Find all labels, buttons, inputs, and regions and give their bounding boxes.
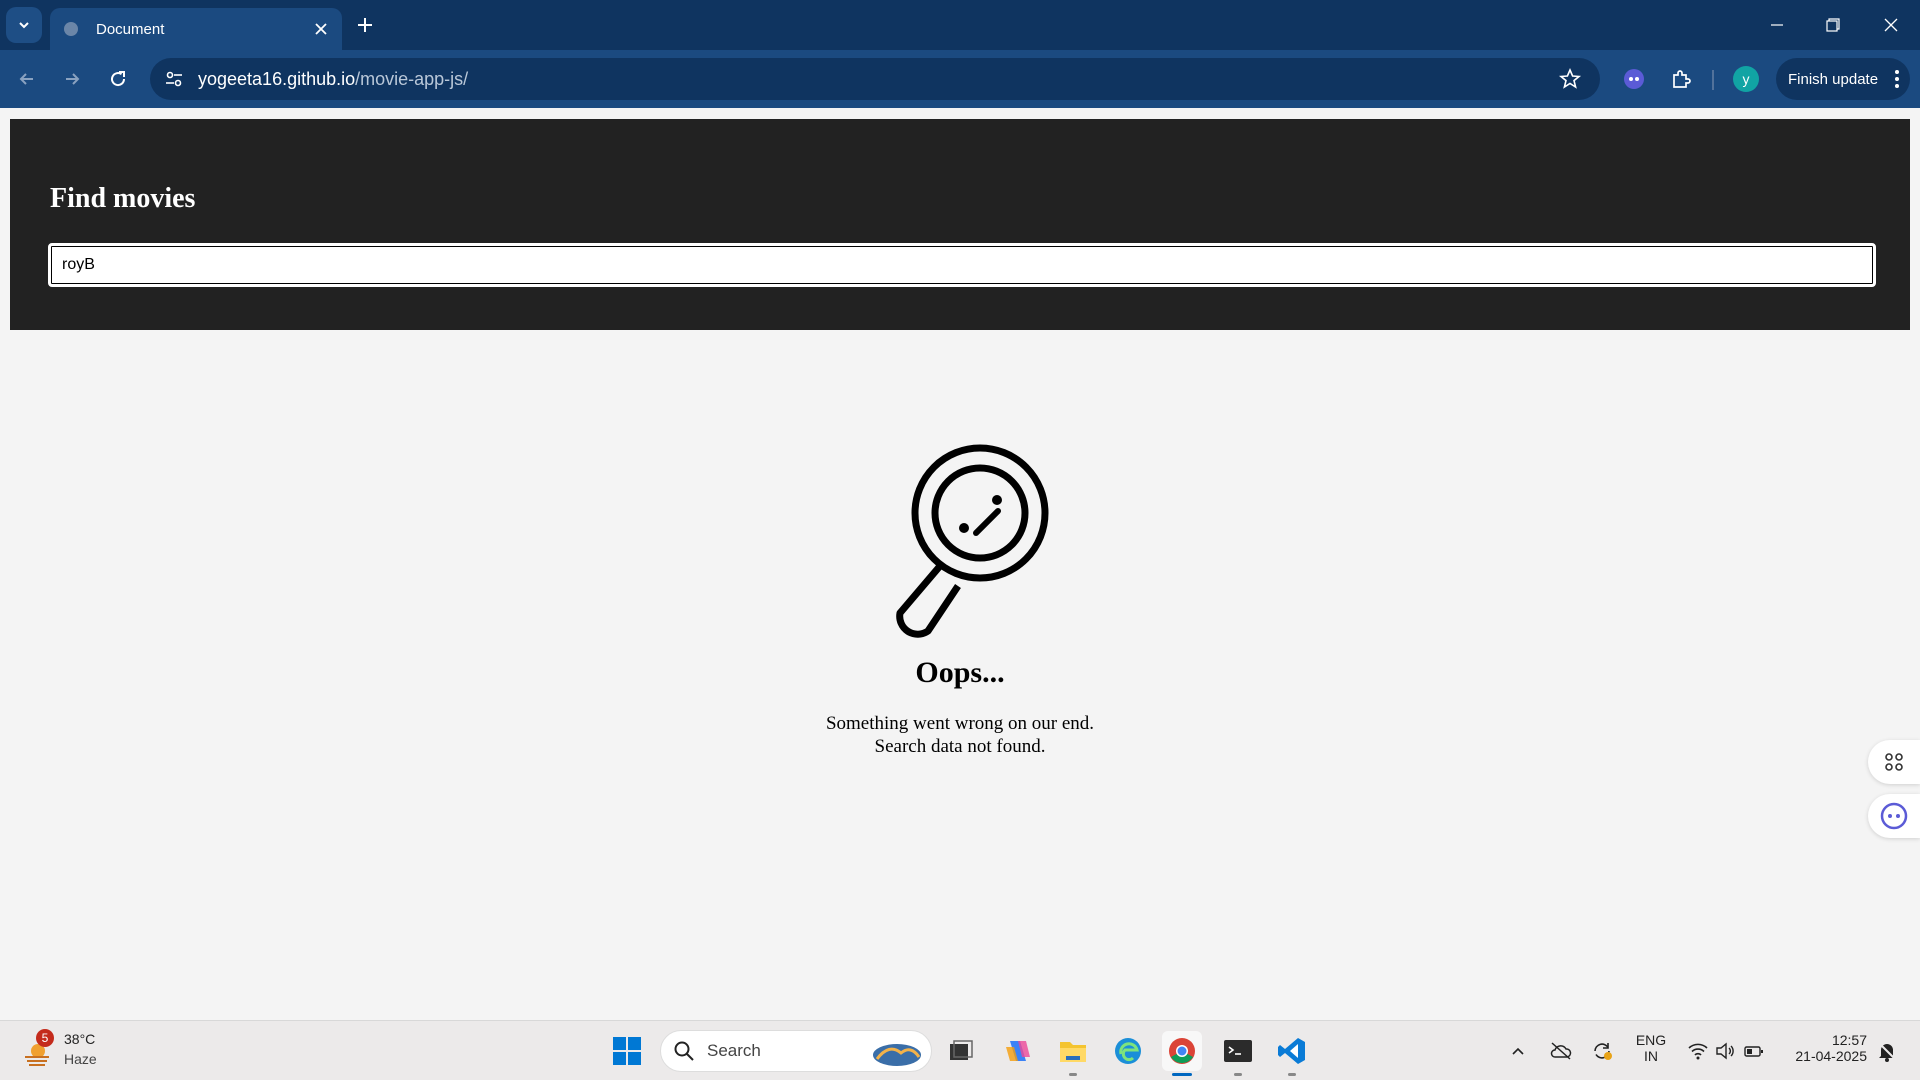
lang-region: IN [1644,1048,1658,1064]
copilot-icon [1006,1041,1030,1061]
browser-tab[interactable]: Document [50,8,342,50]
forward-button[interactable] [57,64,87,94]
side-grid-tool[interactable] [1868,740,1920,784]
edge-button[interactable] [1108,1031,1148,1071]
empty-message: Something went wrong on our end. Search … [0,712,1920,758]
active-indicator [1172,1073,1192,1076]
taskbar-search[interactable]: Search [660,1030,932,1072]
clock-date: 21-04-2025 [1795,1048,1867,1064]
empty-title: Oops... [915,656,1005,689]
quick-settings-button[interactable] [1681,1031,1771,1071]
minimize-icon [1771,24,1783,26]
url-text: yogeeta16.github.io/movie-app-js/ [198,69,468,90]
chrome-button[interactable] [1162,1031,1202,1071]
chevron-down-icon [19,22,29,29]
web-page: Find movies Oops... Something went wrong… [0,108,1920,1020]
vscode-button[interactable] [1272,1031,1312,1071]
address-bar[interactable]: yogeeta16.github.io/movie-app-js/ [150,58,1600,100]
globe-icon [64,22,78,36]
chrome-icon [1169,1038,1195,1064]
close-window-button[interactable] [1876,10,1906,40]
more-vert-icon [1895,70,1899,88]
reload-icon [111,71,126,87]
search-highlight-icon [873,1044,921,1066]
weather-badge: 5 [36,1029,54,1047]
finish-update-button[interactable]: Finish update [1776,58,1910,100]
reload-button[interactable] [103,64,133,94]
restore-icon [1826,18,1840,32]
lang-code: ENG [1635,1032,1667,1048]
edge-icon [1115,1038,1141,1064]
sync-icon [1594,1043,1612,1060]
url-path: /movie-app-js/ [355,68,469,89]
side-assistant-tool[interactable] [1868,794,1920,838]
url-host: yogeeta16.github.io [198,68,356,89]
profile-avatar[interactable]: y [1733,66,1759,92]
tab-title: Document [96,20,165,38]
page-title: Find movies [50,183,196,214]
close-icon [1884,18,1898,32]
battery-icon [1744,1046,1763,1057]
magnifier-sad-icon [896,444,1049,638]
robot-face-icon [1624,69,1644,89]
windows-taskbar: 5 38°C Haze Search ENG IN 12:57 21-04-20… [0,1020,1920,1080]
arrow-left-icon [19,73,33,85]
show-hidden-icons-button[interactable] [1503,1031,1533,1071]
input-language[interactable]: ENG IN [1630,1032,1672,1064]
bookmark-star-icon[interactable] [1558,67,1582,91]
weather-widget[interactable]: 5 38°C Haze [22,1029,112,1073]
vscode-icon [1278,1038,1305,1064]
task-view-button[interactable] [941,1031,981,1071]
tune-icon [166,71,182,87]
notifications-button[interactable] [1872,1031,1902,1071]
browser-tab-bar: Document [0,0,1920,50]
start-button[interactable] [607,1031,647,1071]
search-icon [674,1041,694,1061]
finish-update-label: Finish update [1788,70,1879,88]
tab-search-button[interactable] [6,7,42,43]
wifi-icon [1688,1043,1708,1060]
browser-toolbar: yogeeta16.github.io/movie-app-js/ y Fini… [0,50,1920,108]
clock[interactable]: 12:57 21-04-2025 [1783,1032,1867,1064]
clock-time: 12:57 [1831,1032,1867,1048]
empty-message-line1: Something went wrong on our end. [825,713,1095,734]
empty-state: Oops... Something went wrong on our end.… [0,438,1920,758]
running-indicator [1288,1073,1296,1076]
movie-search-input[interactable] [48,243,1876,287]
file-explorer-button[interactable] [1053,1031,1093,1071]
extensions-button[interactable] [1666,64,1696,94]
arrow-right-icon [66,73,80,85]
terminal-button[interactable] [1218,1031,1258,1071]
task-view-icon [950,1040,973,1060]
search-header: Find movies [10,119,1910,330]
weather-condition: Haze [64,1051,97,1067]
empty-message-line2: Search data not found. [874,736,1046,757]
weather-temp: 38°C [64,1031,96,1047]
running-indicator [1069,1073,1077,1076]
new-tab-icon[interactable] [352,12,378,38]
taskbar-search-label: Search [707,1041,761,1060]
chevron-up-icon [1512,1047,1524,1055]
robot-face-icon [1880,802,1908,830]
running-indicator [1234,1073,1242,1076]
terminal-icon [1224,1040,1252,1062]
toolbar-separator [1712,70,1714,90]
folder-icon [1060,1042,1086,1062]
sync-button[interactable] [1586,1031,1618,1071]
copilot-button[interactable] [998,1031,1038,1071]
site-info-button[interactable] [162,67,186,91]
tab-close-icon[interactable] [312,20,330,38]
minimize-button[interactable] [1762,10,1792,40]
onedrive-button[interactable] [1545,1031,1577,1071]
restore-button[interactable] [1818,10,1848,40]
cloud-off-icon [1550,1042,1572,1060]
windows-logo-icon [613,1037,641,1065]
volume-icon [1716,1042,1734,1060]
bell-icon [1878,1042,1896,1062]
back-button[interactable] [12,64,42,94]
extension-assistant-button[interactable] [1619,64,1649,94]
grid-icon [1885,753,1903,771]
puzzle-icon [1673,70,1691,88]
